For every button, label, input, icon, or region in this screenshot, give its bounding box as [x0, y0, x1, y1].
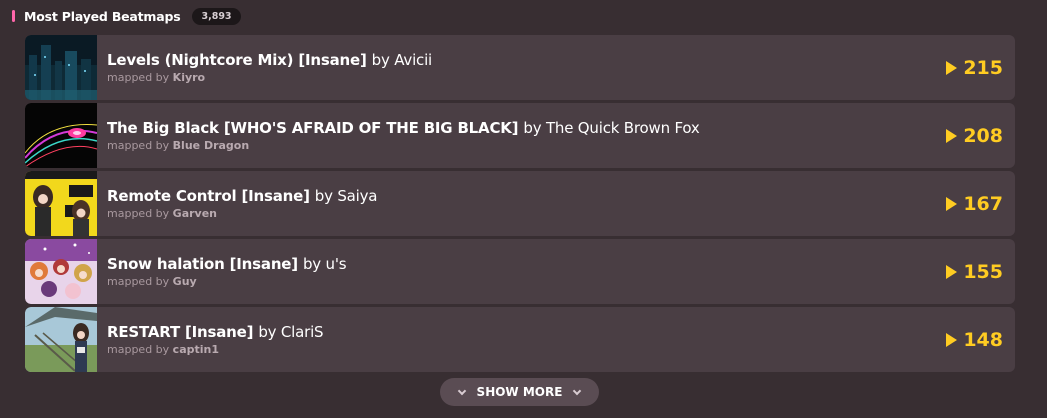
beatmap-title[interactable]: Snow halation [Insane] by u's [107, 255, 1015, 273]
mapped-by-label: mapped by [107, 275, 170, 288]
beatmap-title[interactable]: Levels (Nightcore Mix) [Insane] by Avici… [107, 51, 1015, 69]
beatmap-row[interactable]: RESTART [Insane] by ClariS mapped by cap… [25, 307, 1015, 372]
beatmap-title-text[interactable]: Levels (Nightcore Mix) [Insane] [107, 51, 367, 69]
beatmap-title[interactable]: Remote Control [Insane] by Saiya [107, 187, 1015, 205]
section-accent-bar [12, 10, 15, 22]
beatmap-mapper: mapped by Garven [107, 207, 1015, 220]
beatmap-mapper: mapped by Blue Dragon [107, 139, 1015, 152]
beatmap-title-text[interactable]: The Big Black [WHO'S AFRAID OF THE BIG B… [107, 119, 519, 137]
beatmap-cover[interactable] [25, 103, 97, 168]
play-icon [946, 128, 958, 143]
beatmap-info: Snow halation [Insane] by u's mapped by … [97, 255, 1015, 288]
beatmap-artist: by ClariS [258, 323, 324, 341]
beatmap-mapper: mapped by captin1 [107, 343, 1015, 356]
beatmap-artist: by The Quick Brown Fox [523, 119, 700, 137]
play-count-value: 155 [963, 260, 1003, 283]
play-icon [946, 196, 958, 211]
beatmap-title-text[interactable]: Remote Control [Insane] [107, 187, 310, 205]
beatmap-info: Levels (Nightcore Mix) [Insane] by Avici… [97, 51, 1015, 84]
beatmap-artist: by u's [302, 255, 347, 273]
mapped-by-label: mapped by [107, 207, 170, 220]
beatmap-row[interactable]: Remote Control [Insane] by Saiya mapped … [25, 171, 1015, 236]
show-more-button[interactable]: SHOW MORE [440, 378, 599, 406]
play-count-value: 208 [963, 124, 1003, 147]
play-count: 167 [946, 171, 1003, 236]
beatmap-row[interactable]: Levels (Nightcore Mix) [Insane] by Avici… [25, 35, 1015, 100]
play-icon [946, 264, 958, 279]
beatmap-list: Levels (Nightcore Mix) [Insane] by Avici… [25, 35, 1015, 375]
play-icon [946, 332, 958, 347]
mapper-name[interactable]: captin1 [173, 343, 219, 356]
beatmap-row[interactable]: Snow halation [Insane] by u's mapped by … [25, 239, 1015, 304]
beatmap-title[interactable]: The Big Black [WHO'S AFRAID OF THE BIG B… [107, 119, 1015, 137]
mapper-name[interactable]: Blue Dragon [173, 139, 250, 152]
beatmap-mapper: mapped by Guy [107, 275, 1015, 288]
play-count-value: 148 [963, 328, 1003, 351]
beatmap-mapper: mapped by Kiyro [107, 71, 1015, 84]
beatmap-title-text[interactable]: RESTART [Insane] [107, 323, 253, 341]
play-icon [946, 60, 958, 75]
beatmap-info: Remote Control [Insane] by Saiya mapped … [97, 187, 1015, 220]
play-count: 208 [946, 103, 1003, 168]
beatmap-artist: by Avicii [371, 51, 433, 69]
beatmap-cover[interactable] [25, 35, 97, 100]
beatmap-cover[interactable] [25, 307, 97, 372]
mapper-name[interactable]: Kiyro [173, 71, 205, 84]
beatmap-title[interactable]: RESTART [Insane] by ClariS [107, 323, 1015, 341]
mapped-by-label: mapped by [107, 71, 170, 84]
mapper-name[interactable]: Garven [173, 207, 217, 220]
play-count-value: 215 [963, 56, 1003, 79]
beatmap-cover[interactable] [25, 239, 97, 304]
play-count-value: 167 [963, 192, 1003, 215]
section-title: Most Played Beatmaps [24, 8, 181, 24]
count-badge: 3,893 [192, 7, 241, 25]
beatmap-row[interactable]: The Big Black [WHO'S AFRAID OF THE BIG B… [25, 103, 1015, 168]
play-count: 148 [946, 307, 1003, 372]
mapped-by-label: mapped by [107, 139, 170, 152]
beatmap-artist: by Saiya [314, 187, 378, 205]
play-count: 215 [946, 35, 1003, 100]
mapped-by-label: mapped by [107, 343, 170, 356]
chevron-down-icon [457, 386, 466, 395]
play-count: 155 [946, 239, 1003, 304]
beatmap-title-text[interactable]: Snow halation [Insane] [107, 255, 298, 273]
chevron-down-icon [573, 386, 582, 395]
beatmap-cover[interactable] [25, 171, 97, 236]
section-header: Most Played Beatmaps 3,893 [12, 6, 241, 26]
show-more-label: SHOW MORE [476, 385, 563, 399]
beatmap-info: The Big Black [WHO'S AFRAID OF THE BIG B… [97, 119, 1015, 152]
mapper-name[interactable]: Guy [173, 275, 197, 288]
beatmap-info: RESTART [Insane] by ClariS mapped by cap… [97, 323, 1015, 356]
